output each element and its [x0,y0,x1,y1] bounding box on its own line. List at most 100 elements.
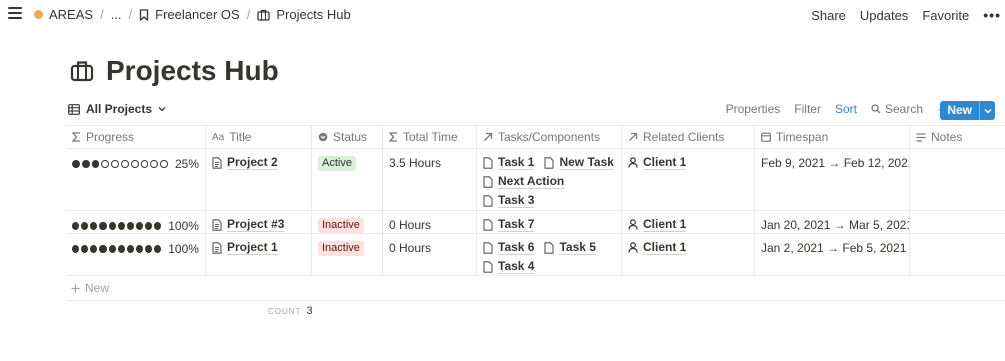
progress-percent: 25% [174,157,199,171]
task-link[interactable]: New Task [544,155,614,170]
notes-cell[interactable] [910,211,1005,233]
page-icon [483,175,493,188]
new-button[interactable]: New [940,101,979,120]
total-time-cell[interactable]: 0 Hours [383,234,477,275]
briefcase-icon[interactable] [70,60,94,82]
select-property-icon [318,132,328,142]
task-link[interactable]: Task 6 [483,240,535,255]
table-row[interactable]: 100% Project 1 Inactive 0 Hours Task 6 T… [66,234,1005,276]
task-link[interactable]: Task 4 [483,259,535,274]
breadcrumb-current[interactable]: Projects Hub [257,7,351,22]
column-label: Notes [931,130,963,144]
progress-dot-filled [90,222,98,230]
progress-dot-filled [99,245,107,253]
view-toolbar: All Projects Properties Filter Sort Sear… [66,100,1005,120]
favorite-button[interactable]: Favorite [922,8,969,23]
sigma-icon [72,132,81,142]
notes-cell[interactable] [910,234,1005,275]
breadcrumb-workspace[interactable]: AREAS [34,7,93,22]
updates-button[interactable]: Updates [860,8,908,23]
table-header: Progress Aa Title Status Total Time Task… [66,125,1005,149]
status-cell[interactable]: Inactive [312,234,383,275]
share-button[interactable]: Share [811,8,846,23]
task-name: Task 6 [498,240,535,255]
add-row-button[interactable]: New [66,276,1005,300]
breadcrumb-separator: / [100,7,104,22]
project-link[interactable]: Project #3 [212,217,305,232]
table-row[interactable]: 25% Project 2 Active 3.5 Hours Task 1 Ne… [66,149,1005,211]
top-bar: AREAS / ... / Freelancer OS / Projects H… [0,0,1005,28]
column-label: Timespan [776,130,829,144]
new-dropdown-button[interactable] [979,101,995,120]
column-header-status[interactable]: Status [312,126,383,148]
view-actions: Properties Filter Sort Search ··· [726,102,949,116]
tasks-cell[interactable]: Task 7 [477,211,622,233]
client-link[interactable]: Client 1 [628,155,748,170]
clients-cell[interactable]: Client 1 [622,234,755,275]
table-icon [68,103,80,115]
progress-dot-empty [140,160,149,168]
client-link[interactable]: Client 1 [628,217,748,232]
total-time-cell[interactable]: 0 Hours [383,211,477,233]
column-header-progress[interactable]: Progress [66,126,206,148]
menu-icon[interactable] [8,7,22,19]
timespan-cell[interactable]: Jan 20, 2021 → Mar 5, 2021 [755,211,910,233]
column-header-clients[interactable]: Related Clients [622,126,755,148]
task-link[interactable]: Next Action [483,174,565,189]
column-label: Total Time [403,130,458,144]
properties-button[interactable]: Properties [726,102,781,116]
tasks-cell[interactable]: Task 1 New Task Next Action Task 3 [477,149,622,210]
column-header-notes[interactable]: Notes [910,126,1005,148]
task-link[interactable]: Task 1 [483,155,535,170]
breadcrumb-ellipsis[interactable]: ... [111,7,122,22]
timespan-cell[interactable]: Feb 9, 2021 → Feb 12, 2021 [755,149,910,210]
progress-bar: 25% [72,155,199,171]
status-cell[interactable]: Active [312,149,383,210]
title-cell[interactable]: Project #3 [206,211,312,233]
column-header-title[interactable]: Aa Title [206,126,312,148]
view-selector[interactable]: All Projects [68,102,166,116]
project-link[interactable]: Project 2 [212,155,305,170]
column-header-timespan[interactable]: Timespan [755,126,910,148]
project-title: Project 2 [227,155,278,170]
task-link[interactable]: Task 3 [483,193,535,208]
chevron-down-icon [984,108,992,114]
column-label: Title [229,130,252,144]
page-icon [483,156,493,169]
tasks-cell[interactable]: Task 6 Task 5 Task 4 [477,234,622,275]
page-title[interactable]: Projects Hub [106,55,279,87]
notes-cell[interactable] [910,149,1005,210]
task-link[interactable]: Task 7 [483,217,535,232]
progress-dot-filled [108,222,116,230]
task-link[interactable]: Task 5 [544,240,596,255]
count-summary[interactable]: COUNT 3 [268,305,313,317]
total-time-value: 0 Hours [389,241,432,255]
clients-cell[interactable]: Client 1 [622,211,755,233]
timespan-value: Jan 20, 2021 → Mar 5, 2021 [761,218,910,232]
title-cell[interactable]: Project 2 [206,149,312,210]
breadcrumb-parent[interactable]: Freelancer OS [139,7,240,22]
column-header-tasks[interactable]: Tasks/Components [477,126,622,148]
table-row[interactable]: 100% Project #3 Inactive 0 Hours Task 7 [66,211,1005,234]
sort-button[interactable]: Sort [835,102,857,116]
progress-dot-filled [145,222,153,230]
progress-percent: 100% [168,242,199,256]
more-options-button[interactable]: ••• [983,7,1001,23]
timespan-cell[interactable]: Jan 2, 2021 → Feb 5, 2021 [755,234,910,275]
page-icon [212,218,222,231]
search-button[interactable]: Search [871,102,923,116]
table-footer-divider [66,300,1005,301]
progress-cell[interactable]: 100% [66,211,206,233]
new-button-group: New [940,101,995,120]
status-cell[interactable]: Inactive [312,211,383,233]
clients-cell[interactable]: Client 1 [622,149,755,210]
title-cell[interactable]: Project 1 [206,234,312,275]
column-header-total-time[interactable]: Total Time [383,126,477,148]
total-time-value: 3.5 Hours [389,156,442,170]
progress-cell[interactable]: 25% [66,149,206,210]
filter-button[interactable]: Filter [794,102,821,116]
project-link[interactable]: Project 1 [212,240,305,255]
client-link[interactable]: Client 1 [628,240,748,255]
progress-cell[interactable]: 100% [66,234,206,275]
total-time-cell[interactable]: 3.5 Hours [383,149,477,210]
